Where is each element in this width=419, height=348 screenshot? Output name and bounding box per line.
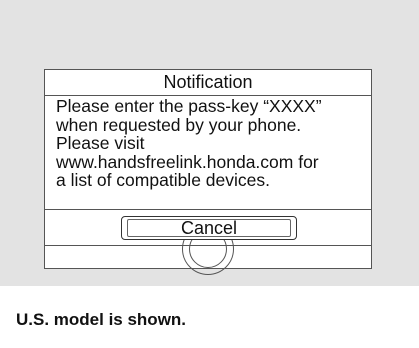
notification-dialog: Notification Please enter the pass-key “… (44, 69, 372, 275)
dialog-title: Notification (163, 72, 253, 92)
cancel-button-frame (127, 219, 291, 237)
cancel-button[interactable]: Cancel (121, 216, 297, 240)
button-area-top-divider (45, 209, 371, 210)
illustration-panel: Notification Please enter the pass-key “… (0, 0, 419, 286)
dialog-message: Please enter the pass-key “XXXX” when re… (56, 96, 322, 190)
model-caption: U.S. model is shown. (16, 310, 187, 329)
